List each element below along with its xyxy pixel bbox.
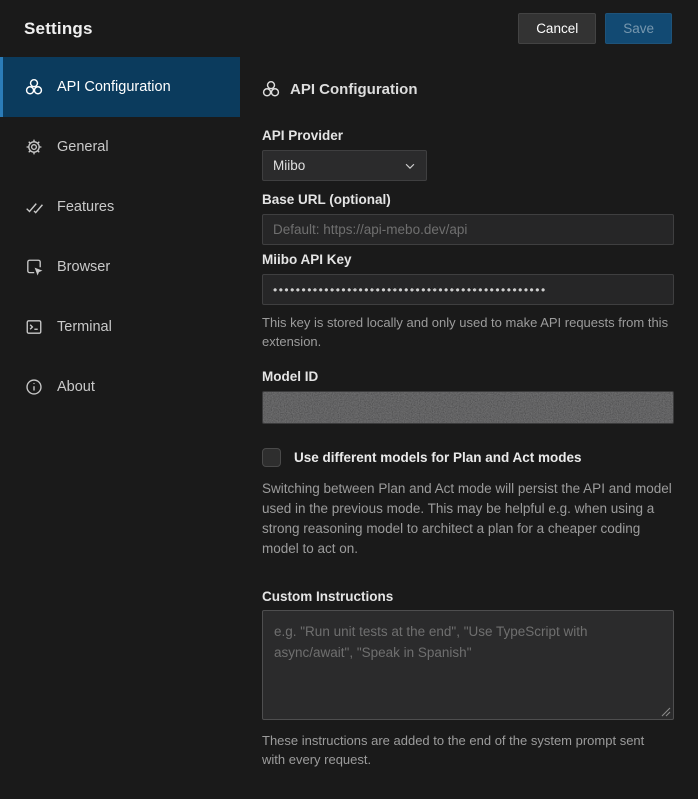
sidebar-item-label: General: [57, 139, 109, 155]
sidebar-item-label: Terminal: [57, 319, 112, 335]
custom-instructions-textarea[interactable]: [262, 610, 674, 720]
terminal-icon: [26, 320, 42, 334]
browser-inspect-icon: [27, 259, 43, 276]
page-title: Settings: [24, 18, 93, 38]
custom-instructions-label: Custom Instructions: [262, 589, 394, 604]
save-button[interactable]: Save: [605, 13, 672, 44]
sidebar-item-about[interactable]: About: [0, 357, 240, 417]
api-key-label: Miibo API Key: [262, 252, 352, 267]
base-url-label: Base URL (optional): [262, 192, 391, 207]
cancel-button[interactable]: Cancel: [518, 13, 597, 44]
sidebar-item-general[interactable]: General: [0, 117, 240, 177]
info-icon: [26, 379, 42, 395]
sidebar-item-label: About: [57, 379, 95, 395]
api-provider-selected-value: Miibo: [273, 158, 306, 173]
section-title: API Configuration: [290, 80, 418, 98]
gear-icon: [26, 139, 42, 155]
plan-act-checkbox[interactable]: [262, 448, 281, 467]
custom-instructions-help-text: These instructions are added to the end …: [262, 733, 645, 767]
model-id-input-redacted[interactable]: [262, 391, 674, 424]
api-provider-select[interactable]: Miibo: [262, 150, 427, 181]
header-actions: Cancel Save: [518, 13, 672, 44]
sidebar-item-browser[interactable]: Browser: [0, 237, 240, 297]
sidebar-item-label: Browser: [57, 259, 111, 275]
api-key-help-text: This key is stored locally and only used…: [262, 315, 669, 349]
sidebar-item-features[interactable]: Features: [0, 177, 240, 237]
model-id-label: Model ID: [262, 369, 319, 384]
resize-handle-icon[interactable]: [661, 707, 671, 717]
section-header: API Configuration: [262, 80, 674, 98]
double-check-icon: [26, 203, 43, 214]
sidebar-item-api-configuration[interactable]: API Configuration: [0, 57, 240, 117]
settings-header: Settings Cancel Save: [0, 0, 698, 57]
api-icon: [262, 80, 280, 97]
api-provider-label: API Provider: [262, 128, 344, 143]
redaction-noise: [263, 392, 673, 423]
plan-act-checkbox-label[interactable]: Use different models for Plan and Act mo…: [294, 450, 582, 465]
chevron-down-icon: [405, 163, 415, 170]
sidebar-item-terminal[interactable]: Terminal: [0, 297, 240, 357]
plan-act-help-text: Switching between Plan and Act mode will…: [262, 481, 672, 556]
api-icon: [25, 78, 43, 95]
sidebar-item-label: Features: [57, 199, 115, 215]
settings-sidebar: API Configuration General Features Brows…: [0, 57, 240, 799]
api-configuration-panel: API Configuration API Provider Miibo Bas…: [240, 57, 698, 799]
plan-act-checkbox-row: Use different models for Plan and Act mo…: [262, 448, 674, 467]
api-key-input[interactable]: [262, 274, 674, 305]
base-url-input[interactable]: [262, 214, 674, 245]
sidebar-item-label: API Configuration: [57, 79, 171, 95]
